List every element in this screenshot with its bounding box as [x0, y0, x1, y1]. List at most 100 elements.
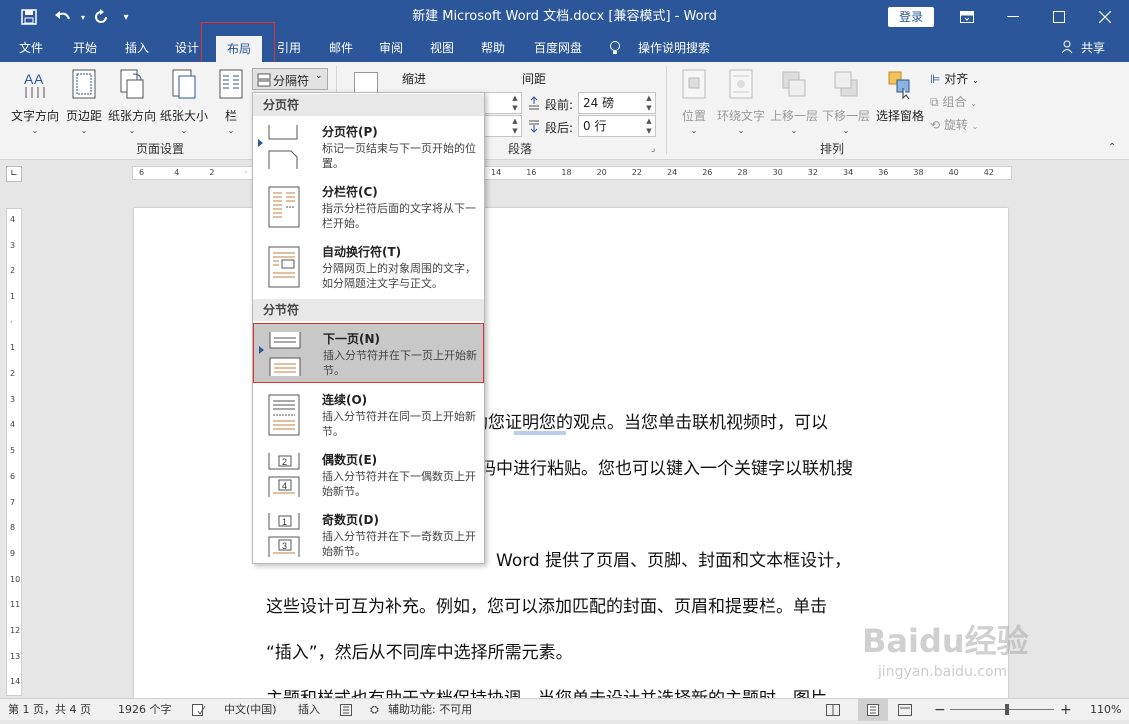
doc-line-5: “插入”，然后从不同库中选择所需元素。 — [266, 643, 573, 663]
zoom-out-icon[interactable]: − — [934, 699, 946, 721]
text-direction-icon: AA — [24, 71, 45, 98]
size-button[interactable]: 纸张大小 ⌄ — [158, 68, 210, 135]
margins-label: 页边距 — [65, 109, 102, 123]
tab-insert[interactable]: 插入 — [116, 34, 158, 62]
group-button[interactable]: ⧉ 组合 ⌄ — [930, 93, 977, 110]
bring-forward-icon — [782, 71, 806, 97]
selection-pane-button[interactable]: 选择窗格 — [874, 68, 926, 124]
ribbon-tabs: 文件 开始 插入 设计 布局 引用 邮件 审阅 视图 帮助 百度网盘 操作说明搜… — [0, 34, 1129, 62]
print-layout-icon[interactable] — [858, 699, 888, 721]
tab-view[interactable]: 视图 — [421, 34, 463, 62]
collapse-ribbon-icon[interactable]: ⌃ — [1108, 142, 1116, 153]
page-break-title: 分页符(P) — [322, 125, 378, 139]
ruler-tick-label: 20 — [596, 168, 607, 177]
ruler-tick-label: 3 — [10, 240, 16, 250]
macro-record-icon[interactable] — [340, 699, 352, 721]
accessibility-status[interactable]: 辅助功能: 不可用 — [388, 699, 472, 721]
maximize-icon[interactable] — [1036, 0, 1082, 34]
bring-forward-button[interactable]: 上移一层 ⌄ — [768, 68, 820, 135]
margins-button[interactable]: 页边距 ⌄ — [64, 68, 104, 135]
ruler-tick-label: 14 — [491, 168, 502, 177]
ruler-tick-label: 42 — [983, 168, 994, 177]
align-button[interactable]: ⊫ 对齐 ⌄ — [930, 70, 979, 87]
close-icon[interactable] — [1082, 0, 1128, 34]
paragraph-dialog-launcher-icon[interactable]: ⌟ — [651, 144, 655, 154]
tab-mailings[interactable]: 邮件 — [320, 34, 362, 62]
spacing-after-value: 0 行 — [583, 119, 607, 133]
read-mode-icon[interactable] — [826, 699, 840, 721]
ruler-tick-label: 22 — [631, 168, 642, 177]
web-layout-icon[interactable] — [898, 699, 912, 721]
spacing-before-input[interactable]: 24 磅 ▲ ▼ — [578, 92, 656, 114]
tell-me-search[interactable]: 操作说明搜索 — [632, 34, 716, 62]
insert-mode[interactable]: 插入 — [298, 699, 320, 721]
tab-selector-icon[interactable]: ∟ — [6, 166, 22, 182]
ruler-tick-label: 4 — [174, 168, 180, 177]
tab-review[interactable]: 审阅 — [370, 34, 412, 62]
save-icon[interactable] — [14, 0, 44, 34]
align-icon: ⊫ — [930, 72, 941, 86]
menu-item-text-wrapping[interactable]: 自动换行符(T) 分隔网页上的对象周围的文字，如分隔题注文字与正文。 — [253, 237, 484, 297]
share-person-icon[interactable] — [1058, 34, 1076, 62]
indent-right-input[interactable]: ▲ ▼ — [484, 115, 522, 137]
rotate-button[interactable]: ⟲ 旋转 ⌄ — [930, 116, 978, 133]
indent-label: 缩进 — [402, 72, 427, 86]
text-direction-button[interactable]: AA 文字方向 ⌄ — [8, 68, 62, 135]
login-button[interactable]: 登录 — [888, 7, 934, 27]
text-wrapping-desc: 分隔网页上的对象周围的文字，如分隔题注文字与正文。 — [322, 262, 476, 290]
indent-left-input[interactable]: ▲ ▼ — [484, 92, 522, 114]
menu-item-even-page[interactable]: 24 偶数页(E) 插入分节符并在下一偶数页上开始新节。 — [253, 445, 484, 505]
minimize-icon[interactable] — [990, 0, 1036, 34]
proofing-icon[interactable] — [192, 699, 206, 721]
breaks-button[interactable]: 分隔符 ⌄ — [252, 68, 328, 90]
word-count[interactable]: 1926 个字 — [118, 699, 172, 721]
ribbon-display-icon[interactable] — [944, 0, 990, 34]
menu-item-continuous[interactable]: 连续(O) 插入分节符并在同一页上开始新节。 — [253, 385, 484, 445]
position-button[interactable]: 位置 ⌄ — [676, 68, 712, 135]
columns-label: 栏 — [224, 109, 237, 123]
tab-baidu-netdisk[interactable]: 百度网盘 — [526, 34, 590, 62]
svg-text:A: A — [24, 71, 34, 87]
ruler-tick-label: 4 — [10, 215, 16, 224]
zoom-level[interactable]: 110% — [1090, 699, 1121, 721]
vertical-ruler[interactable]: 4 3 2 1 · 1 2 3 4 5 6 7 8 9 10 11 12 13 14 — [6, 208, 22, 696]
orientation-button[interactable]: 纸张方向 ⌄ — [106, 68, 158, 135]
group-label: 组合 — [942, 95, 967, 109]
spacing-after-input[interactable]: 0 行 ▲ ▼ — [578, 115, 656, 137]
menu-item-page-break[interactable]: 分页符(P) 标记一页结束与下一页开始的位置。 — [253, 117, 484, 177]
accessibility-icon: ⛭ — [370, 703, 379, 716]
text-wrapping-break-icon — [268, 246, 300, 288]
ruler-tick-label: 2 — [10, 266, 16, 276]
menu-item-next-page[interactable]: 下一页(N) 插入分节符并在下一页上开始新节。 — [253, 323, 484, 383]
tab-home[interactable]: 开始 — [64, 34, 106, 62]
wrap-text-button[interactable]: 环绕文字 ⌄ — [716, 68, 766, 135]
page-count[interactable]: 第 1 页，共 4 页 — [8, 699, 91, 721]
continuous-title: 连续(O) — [322, 393, 368, 407]
send-backward-button[interactable]: 下移一层 ⌄ — [820, 68, 872, 135]
customize-qat-icon[interactable]: ▾ — [118, 0, 134, 34]
language-indicator[interactable]: 中文(中国) — [224, 699, 277, 721]
undo-icon[interactable] — [48, 0, 78, 34]
menu-item-column-break[interactable]: 分栏符(C) 指示分栏符后面的文字将从下一栏开始。 — [253, 177, 484, 237]
arrange-group-label: 排列 — [820, 142, 845, 156]
ruler-tick-label: 1 — [10, 343, 16, 353]
doc-line-2: 码中进行粘贴。您也可以键入一个关键字以联机搜 — [479, 459, 853, 479]
page-size-icon — [172, 69, 196, 99]
zoom-slider[interactable] — [950, 709, 1054, 710]
ruler-tick-label: 6 — [10, 471, 16, 481]
share-button[interactable]: 共享 — [1076, 34, 1110, 62]
redo-icon[interactable] — [86, 0, 116, 34]
columns-icon — [219, 69, 243, 99]
tab-file[interactable]: 文件 — [10, 34, 52, 62]
zoom-slider-thumb[interactable] — [1005, 704, 1009, 715]
spacing-before-value: 24 磅 — [583, 96, 615, 110]
columns-button[interactable]: 栏 ⌄ — [216, 68, 246, 135]
group-icon: ⧉ — [930, 95, 939, 109]
breaks-dropdown-menu: 分页符 分页符(P) 标记一页结束与下一页开始的位置。 分栏符(C) 指示分栏符… — [252, 92, 485, 564]
baidu-watermark-url: jingyan.baidu.com — [878, 664, 1008, 680]
spacing-before-icon — [529, 96, 539, 110]
wrap-text-label: 环绕文字 — [716, 109, 765, 123]
zoom-in-icon[interactable]: + — [1060, 699, 1072, 721]
tab-help[interactable]: 帮助 — [472, 34, 514, 62]
menu-item-odd-page[interactable]: 13 奇数页(D) 插入分节符并在下一奇数页上开始新节。 — [253, 505, 484, 565]
